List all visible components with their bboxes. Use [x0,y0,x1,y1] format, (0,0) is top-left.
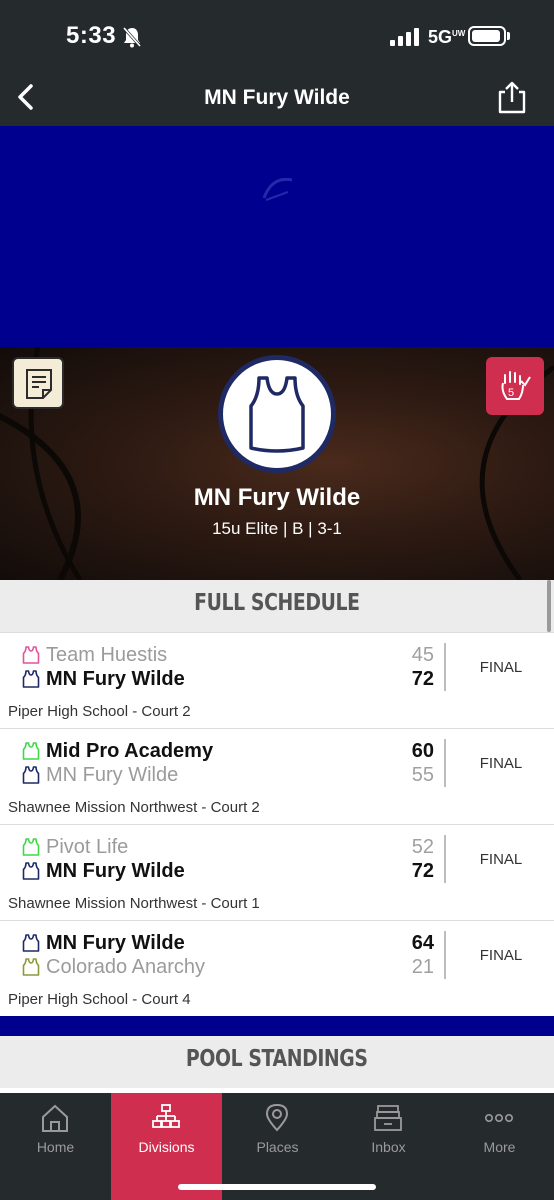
team-1-score: 64 [411,932,434,954]
jersey-icon [22,766,40,784]
home-indicator [178,1184,376,1190]
scrollbar[interactable] [547,580,551,632]
game-venue: Shawnee Mission Northwest - Court 1 [8,895,260,912]
jersey-icon [22,646,40,664]
pool-standings-header: POOL STANDINGS [0,1036,554,1088]
team-name: MN Fury Wilde [193,484,361,511]
jersey-icon [22,958,40,976]
team-1-score: 52 [411,836,434,858]
team-logo [218,355,336,473]
team-division-record: 15u Elite | B | 3-1 [212,519,342,538]
signal-icon [390,28,420,46]
game-team-1: MN Fury Wilde [22,931,185,955]
game-venue: Piper High School - Court 2 [8,703,191,720]
jersey-icon [22,934,40,952]
score-divider [444,835,446,883]
jersey-icon [22,670,40,688]
team-2-score: 55 [411,764,434,786]
navy-divider [0,1016,554,1036]
team-1-score: 60 [411,740,434,762]
jersey-icon [249,376,305,453]
team-2-name: MN Fury Wilde [46,859,185,882]
network-label: 5GUW [428,27,466,47]
sponsor-banner[interactable] [0,126,554,347]
battery-icon [468,26,506,46]
tab-home[interactable]: Home [0,1093,111,1200]
tab-more[interactable]: More [444,1093,554,1200]
score-divider [444,739,446,787]
team-1-score: 45 [411,644,434,666]
jersey-icon [22,742,40,760]
banner-logo-icon [262,177,293,201]
notes-icon [26,369,52,399]
share-icon[interactable] [496,80,528,114]
game-team-1: Mid Pro Academy [22,739,213,763]
full-schedule-header: FULL SCHEDULE [0,580,554,632]
game-team-2: MN Fury Wilde [22,763,178,787]
team-1-name: Mid Pro Academy [46,739,214,762]
game-team-2: Colorado Anarchy [22,955,205,979]
game-venue: Shawnee Mission Northwest - Court 2 [8,799,260,816]
vote-button[interactable]: 5 [486,357,544,415]
team-1-name: Pivot Life [46,835,129,858]
top-bar: 5:33 5GUW MN Fury Wilde [0,0,554,126]
game-status: FINAL [479,659,523,676]
team-2-name: MN Fury Wilde [46,763,179,786]
game-status: FINAL [479,755,523,772]
game-team-2: MN Fury Wilde [22,859,185,883]
game-card[interactable]: Mid Pro Academy 60 MN Fury Wilde 55 FINAL Sha… [0,728,554,824]
game-status: FINAL [479,947,523,964]
svg-text:5: 5 [508,387,514,399]
tab-more-label: More [483,1139,516,1155]
team-1-name: Team Huestis [46,643,168,666]
game-status: FINAL [479,851,523,868]
score-divider [444,931,446,979]
team-1-name: MN Fury Wilde [46,931,185,954]
team-2-score: 72 [411,668,434,690]
page-title: MN Fury Wilde [204,86,350,109]
jersey-icon [22,862,40,880]
game-card[interactable]: MN Fury Wilde 64 Colorado Anarchy 21 FINAL Pi… [0,920,554,1016]
tab-inbox-label: Inbox [371,1139,406,1155]
game-team-1: Team Huestis [22,643,167,667]
team-2-score: 21 [411,956,434,978]
tab-home-label: Home [36,1139,75,1155]
home-icon [42,1104,68,1132]
jersey-icon [22,838,40,856]
team-2-score: 72 [411,860,434,882]
inbox-icon [374,1105,402,1131]
game-team-2: MN Fury Wilde [22,667,185,691]
game-card[interactable]: Team Huestis 45 MN Fury Wilde 72 FINAL Piper … [0,632,554,728]
bell-off-icon [122,27,142,48]
score-divider [444,643,446,691]
tab-places-label: Places [256,1139,299,1155]
team-hero: 5 MN Fury Wilde 15u Elite | B | 3-1 [0,347,554,580]
game-card[interactable]: Pivot Life 52 MN Fury Wilde 72 FINAL Shawnee … [0,824,554,920]
notes-button[interactable] [12,357,64,409]
team-2-name: Colorado Anarchy [46,955,205,978]
game-team-1: Pivot Life [22,835,128,859]
hand-five-check-icon: 5 [501,371,531,400]
team-2-name: MN Fury Wilde [46,667,185,690]
more-dots-icon [484,1114,513,1123]
status-time: 5:33 [66,22,117,49]
map-pin-icon [265,1103,289,1132]
game-venue: Piper High School - Court 4 [8,991,191,1008]
bracket-icon [152,1104,180,1128]
tab-divisions-label: Divisions [138,1139,195,1155]
